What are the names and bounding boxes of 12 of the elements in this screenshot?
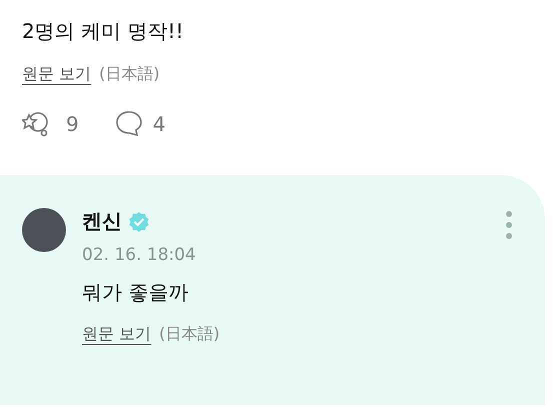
- comment-icon[interactable]: [114, 110, 143, 138]
- comment-text: 뭐가 좋을까: [82, 279, 190, 306]
- comment-count: 4: [152, 112, 166, 136]
- comment-time: 02. 16. 18:04: [82, 245, 197, 265]
- original-text-link[interactable]: 원문 보기: [82, 324, 152, 345]
- reaction-count: 9: [66, 112, 79, 136]
- author-name[interactable]: 켄신: [82, 208, 122, 235]
- original-text-link[interactable]: 원문 보기: [22, 64, 92, 85]
- language-label: (日本語): [159, 324, 220, 345]
- avatar-photo-placeholder: [22, 208, 66, 252]
- language-label: (日本語): [99, 64, 160, 85]
- post-text: 2명의 케미 명작!!: [22, 18, 184, 45]
